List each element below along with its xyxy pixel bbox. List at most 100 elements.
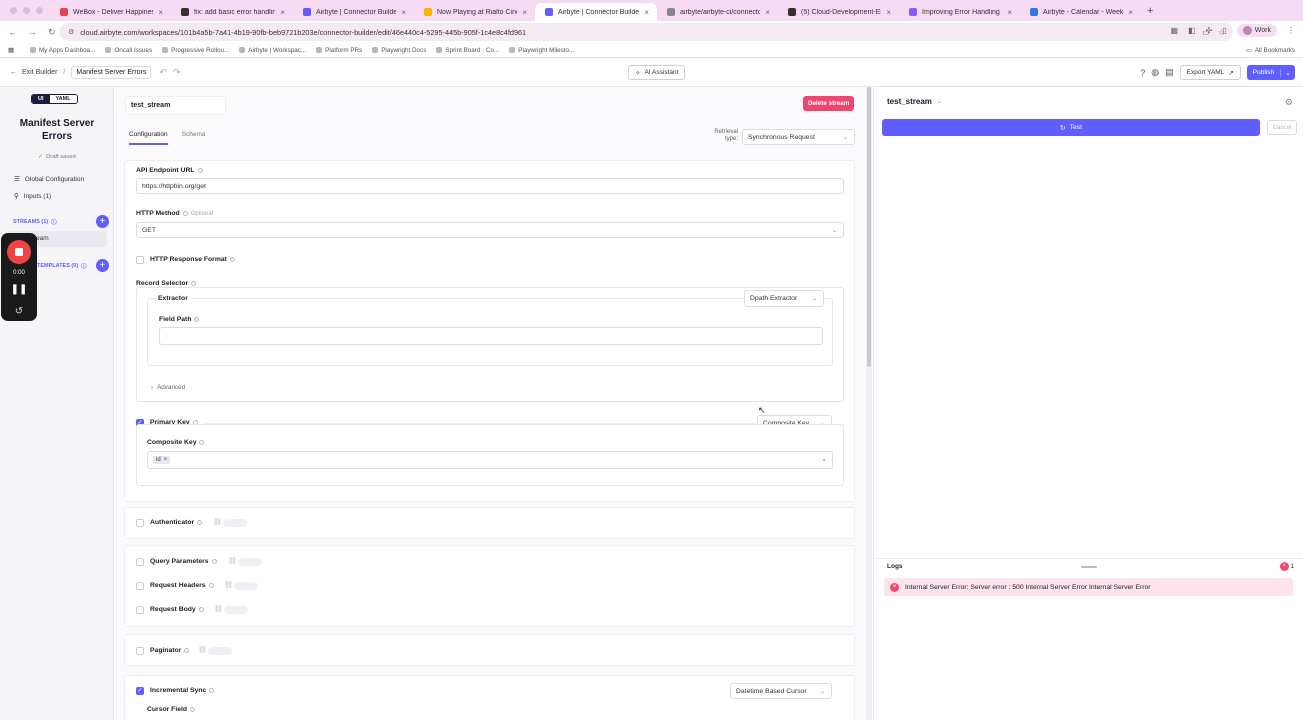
link-icon[interactable]: ⛓: [213, 518, 222, 526]
center-scrollbar[interactable]: [866, 87, 872, 720]
link-icon[interactable]: ⛓: [228, 557, 237, 565]
publish-button[interactable]: Publish ⌄: [1246, 65, 1295, 80]
delete-stream-button[interactable]: Delete stream: [803, 96, 855, 111]
exit-builder-button[interactable]: ← Exit Builder: [10, 69, 57, 76]
document-icon[interactable]: ▤: [1165, 67, 1174, 78]
close-icon[interactable]: ×: [644, 8, 649, 17]
response-format-checkbox[interactable]: [136, 256, 144, 264]
extension-icon[interactable]: ▦: [1171, 26, 1179, 35]
site-info-icon[interactable]: ⚙: [68, 28, 74, 36]
extension-icon[interactable]: ◧: [1188, 26, 1196, 35]
link-icon[interactable]: ⛓: [214, 605, 223, 613]
paginator-checkbox[interactable]: [136, 647, 144, 655]
incremental-sync-checkbox[interactable]: ✓: [136, 687, 144, 695]
test-button[interactable]: ↻ Test: [882, 119, 1260, 136]
reload-icon[interactable]: ↻: [48, 27, 56, 38]
undo-icon[interactable]: ↶: [159, 67, 167, 78]
bookmark[interactable]: Playwright Milesto...: [509, 47, 574, 54]
error-count-badge[interactable]: × 1: [1279, 562, 1294, 571]
extractor-select[interactable]: Dpath Extractor ⌄: [744, 290, 824, 307]
close-icon[interactable]: ×: [886, 8, 891, 17]
bookmark[interactable]: Airbyte | Workspac...: [239, 47, 306, 54]
sidebar-item-global-config[interactable]: ☰ Global Configuration: [14, 175, 84, 184]
redo-icon[interactable]: ↷: [173, 67, 181, 78]
http-method-select[interactable]: GET ⌄: [136, 222, 844, 238]
key-chip[interactable]: id ×: [153, 456, 171, 464]
incremental-sync-type-select[interactable]: Datetime Based Cursor ⌄: [730, 683, 832, 699]
add-stream-button[interactable]: +: [96, 215, 109, 228]
link-icon[interactable]: ⛓: [198, 646, 207, 654]
mode-yaml-button[interactable]: YAML: [49, 95, 77, 103]
stream-name-input[interactable]: test_stream: [125, 96, 226, 115]
close-icon[interactable]: ×: [164, 457, 168, 463]
cancel-button[interactable]: Cancel: [1267, 120, 1297, 135]
pause-icon[interactable]: ❚❚: [1, 284, 37, 295]
sidebar-item-inputs[interactable]: ⚲ Inputs (1): [14, 192, 51, 201]
globe-icon[interactable]: ◍: [1151, 67, 1159, 78]
authenticator-checkbox[interactable]: [136, 519, 144, 527]
bookmark[interactable]: Oncall Issues: [105, 47, 152, 54]
gear-icon[interactable]: ⚙: [1285, 97, 1293, 108]
browser-tab[interactable]: fix: add basic error handling t ×: [171, 3, 293, 21]
connector-name-breadcrumb[interactable]: Manifest Server Errors: [71, 66, 152, 79]
query-params-checkbox[interactable]: [136, 558, 144, 566]
extensions-puzzle-icon[interactable]: ✣: [1206, 26, 1213, 35]
browser-tab[interactable]: Improving Error Handling in M ×: [899, 3, 1020, 21]
close-icon[interactable]: ×: [522, 8, 527, 17]
browser-tab-active[interactable]: Airbyte | Connector Builder ×: [535, 3, 657, 21]
request-body-checkbox[interactable]: [136, 606, 144, 614]
forward-icon[interactable]: →: [28, 27, 37, 38]
field-path-input[interactable]: [159, 327, 823, 345]
connector-title[interactable]: Manifest Server Errors: [8, 117, 106, 143]
apps-icon[interactable]: ▦: [0, 47, 30, 54]
sidebar-icon[interactable]: ▯: [1222, 26, 1226, 35]
bookmark[interactable]: My Apps Dashboa...: [30, 47, 95, 54]
close-icon[interactable]: ×: [280, 8, 285, 17]
chevron-down-icon[interactable]: ⌄: [1280, 68, 1295, 77]
toggle[interactable]: [223, 519, 247, 527]
toggle[interactable]: [234, 582, 258, 590]
all-bookmarks[interactable]: ▭ All Bookmarks: [1246, 47, 1295, 54]
profile-button[interactable]: Work: [1236, 24, 1277, 37]
browser-tab[interactable]: airbyte/airbyte-ci/connector ×: [657, 3, 778, 21]
request-headers-checkbox[interactable]: [136, 582, 144, 590]
toggle[interactable]: [208, 647, 232, 655]
bookmark[interactable]: Playwright Docs: [372, 47, 426, 54]
tab-schema[interactable]: Schema: [182, 131, 206, 145]
close-icon[interactable]: ×: [1007, 8, 1012, 17]
close-icon[interactable]: ×: [158, 8, 163, 17]
composite-key-input[interactable]: id × ×: [147, 451, 833, 469]
back-icon[interactable]: ←: [8, 27, 17, 38]
close-icon[interactable]: ×: [401, 8, 406, 17]
tab-configuration[interactable]: Configuration: [129, 131, 168, 145]
help-icon[interactable]: ?: [1140, 68, 1145, 78]
export-yaml-button[interactable]: Export YAML ↗: [1179, 65, 1241, 80]
add-template-button[interactable]: +: [96, 259, 109, 272]
link-icon[interactable]: ⛓: [224, 581, 233, 589]
browser-tab[interactable]: Airbyte - Calendar - Week of ×: [1020, 3, 1141, 21]
bookmark[interactable]: Progressive Rollou...: [162, 47, 229, 54]
stop-recording-button[interactable]: [7, 240, 31, 264]
test-stream-select[interactable]: test_stream ⌄: [887, 97, 942, 106]
api-endpoint-input[interactable]: https://httpbin.org/get: [136, 178, 844, 194]
clear-icon[interactable]: ×: [822, 457, 826, 464]
restart-icon[interactable]: ↺: [1, 306, 37, 317]
browser-tab[interactable]: WeBox - Deliver Happiness. ×: [50, 3, 171, 21]
url-input[interactable]: ⚙ cloud.airbyte.com/workspaces/101b4a5b-…: [60, 23, 1233, 41]
resize-handle[interactable]: [1081, 566, 1097, 568]
toggle[interactable]: [224, 606, 248, 614]
mode-ui-button[interactable]: UI: [32, 95, 50, 103]
new-tab-icon[interactable]: +: [1147, 5, 1153, 17]
close-icon[interactable]: ×: [1128, 8, 1133, 17]
retrieval-type-select[interactable]: Synchronous Request ⌄: [742, 129, 855, 145]
browser-tab[interactable]: Now Playing at Rialto Cinema ×: [414, 3, 535, 21]
log-error-entry[interactable]: × Internal Server Error: Server error : …: [884, 578, 1293, 596]
ai-assistant-button[interactable]: ✧ AI Assistant: [628, 65, 686, 80]
scrollbar-thumb[interactable]: [867, 87, 871, 367]
window-controls[interactable]: [0, 7, 50, 14]
browser-tab[interactable]: Airbyte | Connector Builder ×: [293, 3, 414, 21]
menu-icon[interactable]: ⋮: [1287, 26, 1295, 35]
bookmark[interactable]: Platform PRs: [316, 47, 362, 54]
mode-toggle[interactable]: UI YAML: [31, 94, 78, 104]
advanced-toggle[interactable]: › Advanced: [151, 384, 185, 391]
